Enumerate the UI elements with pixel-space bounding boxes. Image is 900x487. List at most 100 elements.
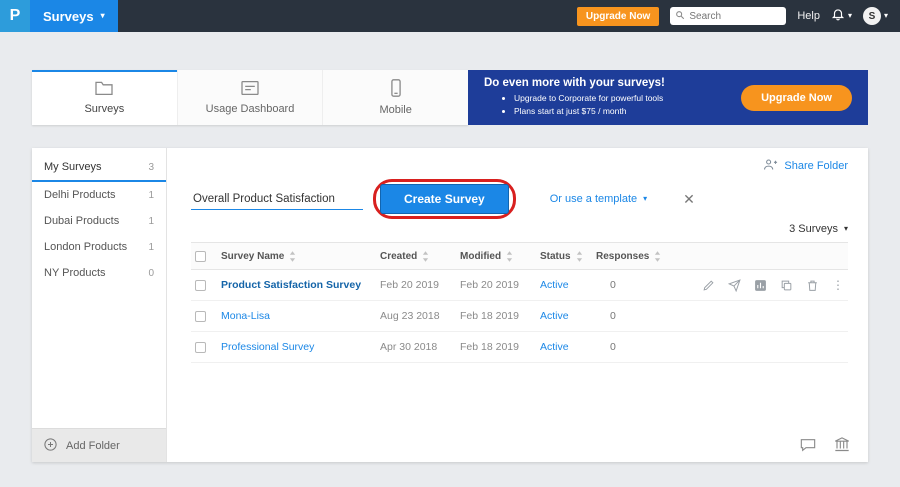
chevron-down-icon: ▾ [848, 12, 852, 20]
survey-name-input[interactable] [191, 189, 363, 210]
app-menu-label: Surveys [43, 9, 94, 24]
chevron-down-icon: ▾ [643, 195, 647, 203]
tab-label: Usage Dashboard [206, 103, 295, 115]
folder-count: 0 [148, 268, 154, 279]
close-icon[interactable]: ✕ [683, 191, 695, 208]
promo-banner: Do even more with your surveys! Upgrade … [468, 70, 868, 125]
sort-icon[interactable] [422, 251, 429, 262]
modified-date: Feb 20 2019 [460, 279, 540, 291]
responses-count: 0 [596, 341, 670, 353]
status-badge: Active [540, 279, 596, 291]
dashboard-icon [240, 80, 260, 99]
share-folder-label: Share Folder [784, 160, 848, 172]
sort-icon[interactable] [654, 251, 661, 262]
main-card: My Surveys 3 Delhi Products 1 Dubai Prod… [32, 148, 868, 462]
row-checkbox[interactable] [195, 311, 206, 322]
surveys-count-dropdown[interactable]: 3 Surveys ▾ [191, 220, 848, 238]
table-row: Professional Survey Apr 30 2018 Feb 18 2… [191, 332, 848, 363]
promo-bullets: Upgrade to Corporate for powerful tools … [484, 92, 741, 118]
tabs-bar: Surveys Usage Dashboard Mobile [32, 70, 468, 125]
sort-icon[interactable] [506, 251, 513, 262]
sort-icon[interactable] [289, 251, 296, 262]
archived-surveys-icon[interactable] [834, 437, 850, 452]
promo-title: Do even more with your surveys! [484, 77, 741, 89]
mobile-icon [389, 79, 403, 100]
trash-icon[interactable] [806, 279, 819, 292]
created-date: Feb 20 2019 [380, 279, 460, 291]
modified-date: Feb 18 2019 [460, 310, 540, 322]
footer-tools [800, 437, 850, 452]
annotation-highlight: Create Survey [373, 179, 516, 219]
survey-name-link[interactable]: Mona-Lisa [221, 310, 270, 322]
header-modified: Modified [460, 251, 501, 262]
plus-circle-icon [43, 437, 58, 455]
use-template-link[interactable]: Or use a template ▾ [550, 193, 647, 205]
survey-name-link[interactable]: Professional Survey [221, 341, 314, 353]
sidebar-item-my-surveys[interactable]: My Surveys 3 [32, 154, 166, 182]
send-icon[interactable] [728, 279, 741, 292]
header-responses: Responses [596, 251, 649, 262]
copy-icon[interactable] [780, 279, 793, 292]
surveys-table: Survey Name Created Modified Status [191, 242, 848, 363]
surveys-count-label: 3 Surveys [789, 223, 838, 235]
folder-count: 1 [148, 242, 154, 253]
sidebar-item-ny-products[interactable]: NY Products 0 [32, 260, 166, 286]
screen: P Surveys ▾ Upgrade Now Help ▾ S ▾ [0, 0, 900, 487]
tab-usage-dashboard[interactable]: Usage Dashboard [177, 70, 323, 125]
folder-label: NY Products [44, 267, 106, 279]
tab-surveys[interactable]: Surveys [32, 70, 177, 125]
search-box[interactable] [670, 7, 786, 25]
header-status: Status [540, 251, 571, 262]
feedback-icon[interactable] [800, 437, 816, 452]
chevron-down-icon: ▾ [844, 225, 848, 233]
promo-bullet: Upgrade to Corporate for powerful tools [514, 92, 741, 105]
app-menu-surveys[interactable]: Surveys ▾ [30, 0, 118, 32]
sidebar-item-dubai-products[interactable]: Dubai Products 1 [32, 208, 166, 234]
promo-upgrade-button[interactable]: Upgrade Now [741, 85, 852, 111]
row-actions: ⋮ [670, 278, 848, 292]
template-link-label: Or use a template [550, 193, 637, 205]
select-all-checkbox[interactable] [195, 251, 206, 262]
chevron-down-icon: ▾ [884, 12, 888, 20]
folder-icon [94, 80, 114, 99]
header-created: Created [380, 251, 417, 262]
app-logo[interactable]: P [0, 0, 30, 32]
create-survey-row: Create Survey Or use a template ▾ ✕ [191, 180, 848, 218]
chevron-down-icon: ▾ [101, 12, 105, 20]
share-folder-button[interactable]: Share Folder [191, 158, 848, 174]
create-survey-button[interactable]: Create Survey [380, 184, 509, 214]
sidebar-item-london-products[interactable]: London Products 1 [32, 234, 166, 260]
add-folder-label: Add Folder [66, 440, 120, 452]
avatar: S [863, 7, 881, 25]
search-icon [675, 7, 685, 25]
analytics-icon[interactable] [754, 279, 767, 292]
survey-name-link[interactable]: Product Satisfaction Survey [221, 279, 361, 291]
notifications-button[interactable]: ▾ [831, 7, 852, 26]
edit-icon[interactable] [702, 279, 715, 292]
surveys-content: Share Folder Create Survey Or use a temp… [167, 148, 868, 462]
created-date: Apr 30 2018 [380, 341, 460, 353]
row-checkbox[interactable] [195, 342, 206, 353]
promo-bullet: Plans start at just $75 / month [514, 105, 741, 118]
row-checkbox[interactable] [195, 280, 206, 291]
topbar-right: Upgrade Now Help ▾ S ▾ [577, 7, 900, 26]
topbar: P Surveys ▾ Upgrade Now Help ▾ S ▾ [0, 0, 900, 32]
table-row: Mona-Lisa Aug 23 2018 Feb 18 2019 Active… [191, 301, 848, 332]
promo-text: Do even more with your surveys! Upgrade … [468, 77, 741, 118]
account-menu[interactable]: S ▾ [863, 7, 888, 25]
folder-count: 3 [148, 162, 154, 173]
table-header-row: Survey Name Created Modified Status [191, 242, 848, 270]
table-row: Product Satisfaction Survey Feb 20 2019 … [191, 270, 848, 301]
sidebar-item-delhi-products[interactable]: Delhi Products 1 [32, 182, 166, 208]
folder-label: Dubai Products [44, 215, 119, 227]
folder-count: 1 [148, 216, 154, 227]
more-options-icon[interactable]: ⋮ [832, 278, 844, 292]
sort-icon[interactable] [576, 251, 583, 262]
help-link[interactable]: Help [797, 10, 820, 22]
add-folder-button[interactable]: Add Folder [32, 428, 166, 462]
folders-sidebar: My Surveys 3 Delhi Products 1 Dubai Prod… [32, 148, 167, 462]
folder-count: 1 [148, 190, 154, 201]
tab-mobile[interactable]: Mobile [322, 70, 468, 125]
search-input[interactable] [689, 11, 781, 22]
upgrade-now-button[interactable]: Upgrade Now [577, 7, 659, 26]
